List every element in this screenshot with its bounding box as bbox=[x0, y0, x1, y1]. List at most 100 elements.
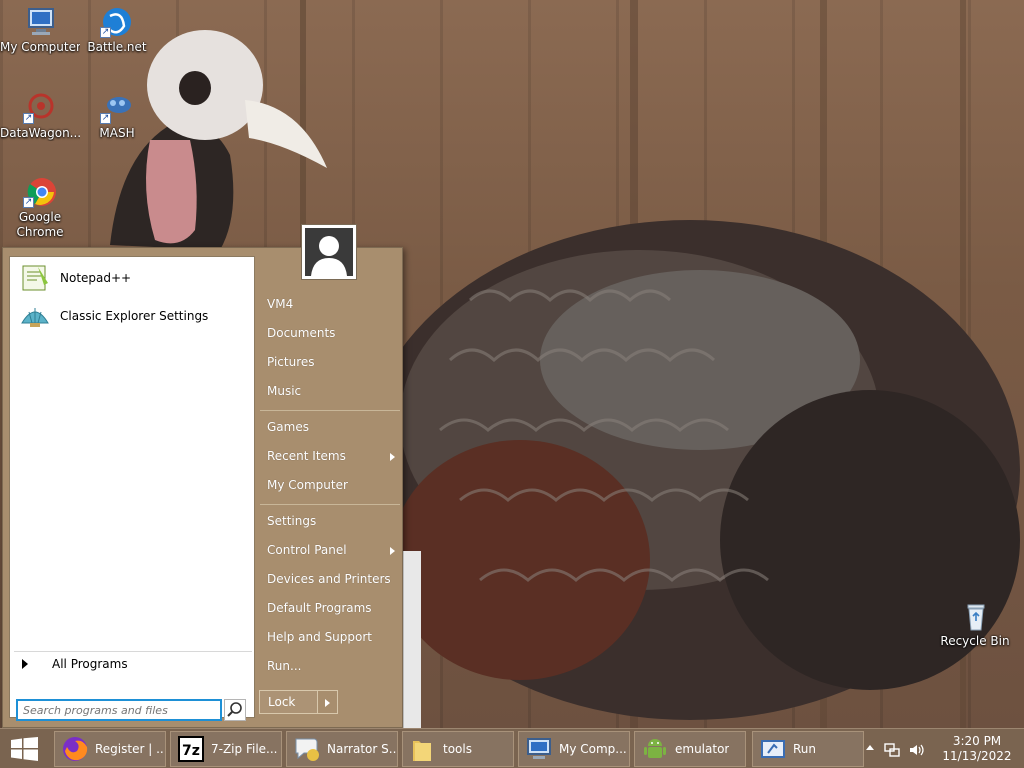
menu-item-pictures[interactable]: Pictures bbox=[260, 350, 400, 375]
submenu-arrow-icon bbox=[390, 547, 395, 555]
taskbar-button-label: Narrator S... bbox=[327, 742, 397, 756]
lock-button[interactable]: Lock bbox=[259, 690, 318, 714]
taskbar-button-narrator[interactable]: Narrator S... bbox=[286, 731, 398, 767]
menu-item-games[interactable]: Games bbox=[260, 415, 400, 440]
menu-item-label: Games bbox=[267, 420, 309, 434]
start-menu: Notepad++ Classic Explorer Settings All … bbox=[2, 224, 403, 728]
desktop-icon-label: DataWagon... bbox=[0, 126, 80, 140]
menu-item-recent-items[interactable]: Recent Items bbox=[260, 444, 400, 469]
firefox-icon bbox=[61, 735, 89, 763]
program-label: Notepad++ bbox=[60, 271, 132, 285]
menu-item-documents[interactable]: Documents bbox=[260, 321, 400, 346]
my-computer-icon bbox=[525, 735, 553, 763]
shortcut-arrow-icon: ↗ bbox=[100, 113, 111, 124]
taskbar-button-emulator[interactable]: emulator bbox=[634, 731, 746, 767]
taskbar-button-tools-folder[interactable]: tools bbox=[402, 731, 514, 767]
notepadpp-icon bbox=[20, 263, 50, 293]
desktop-icon-datawagon[interactable]: ↗ DataWagon... bbox=[0, 92, 80, 141]
program-notepadpp[interactable]: Notepad++ bbox=[14, 261, 252, 295]
menu-item-default-programs[interactable]: Default Programs bbox=[260, 596, 400, 621]
my-computer-icon bbox=[23, 6, 57, 38]
taskbar-button-7zip[interactable]: 7z 7-Zip File... bbox=[170, 731, 282, 767]
taskbar-button-label: Run bbox=[793, 742, 817, 756]
desktop-icon-my-computer[interactable]: My Computer bbox=[0, 6, 80, 55]
menu-item-label: Music bbox=[267, 384, 302, 398]
taskbar-button-label: Register | ... bbox=[95, 742, 165, 756]
menu-item-run[interactable]: Run... bbox=[260, 654, 400, 679]
classic-shell-icon bbox=[20, 301, 50, 331]
start-button[interactable] bbox=[0, 729, 50, 768]
mash-icon: ↗ bbox=[100, 92, 134, 124]
expand-arrow-icon bbox=[22, 658, 28, 669]
desktop-icon-label: Recycle Bin bbox=[940, 634, 1010, 648]
windows-logo-icon bbox=[11, 737, 38, 761]
lock-label: Lock bbox=[268, 695, 296, 709]
chrome-icon: ↗ bbox=[23, 176, 57, 208]
taskbar-button-firefox[interactable]: Register | ... bbox=[54, 731, 166, 767]
run-icon bbox=[759, 735, 787, 763]
7zip-icon: 7z bbox=[177, 735, 205, 763]
narrator-icon bbox=[293, 735, 321, 763]
desktop-icon-label: MASH bbox=[99, 126, 135, 140]
all-programs-label: All Programs bbox=[52, 656, 128, 671]
shortcut-arrow-icon: ↗ bbox=[23, 197, 34, 208]
show-hidden-icons-icon[interactable] bbox=[866, 745, 874, 750]
taskbar-button-run[interactable]: Run bbox=[752, 731, 864, 767]
menu-item-settings[interactable]: Settings bbox=[260, 509, 400, 534]
clock-time: 3:20 PM bbox=[952, 734, 1002, 748]
menu-item-music[interactable]: Music bbox=[260, 379, 400, 404]
menu-item-label: Settings bbox=[267, 514, 317, 528]
menu-separator bbox=[260, 504, 400, 505]
desktop-icon-mash[interactable]: ↗ MASH bbox=[77, 92, 157, 141]
menu-item-my-computer[interactable]: My Computer bbox=[260, 473, 400, 498]
chevron-right-icon bbox=[325, 699, 330, 707]
all-programs-button[interactable]: All Programs bbox=[14, 651, 252, 675]
menu-item-label: Control Panel bbox=[267, 543, 347, 557]
search-button[interactable] bbox=[224, 699, 246, 721]
taskbar-button-label: emulator bbox=[675, 742, 730, 756]
menu-item-label: Run... bbox=[267, 659, 302, 673]
clock-date: 11/13/2022 bbox=[942, 749, 1012, 763]
menu-separator bbox=[260, 410, 400, 411]
search-icon bbox=[227, 702, 242, 717]
desktop-icon-recycle-bin[interactable]: Recycle Bin bbox=[935, 600, 1015, 649]
desktop-icon-chrome[interactable]: ↗ Google Chrome bbox=[0, 176, 80, 240]
menu-item-label: Recent Items bbox=[267, 449, 346, 463]
submenu-arrow-icon bbox=[390, 453, 395, 461]
desktop-icon-battlenet[interactable]: ↗ Battle.net bbox=[77, 6, 157, 55]
folder-icon bbox=[409, 735, 437, 763]
menu-item-label: Devices and Printers bbox=[267, 572, 391, 586]
taskbar: Register | ... 7z 7-Zip File... Narrator… bbox=[0, 728, 1024, 768]
program-label: Classic Explorer Settings bbox=[60, 309, 209, 323]
svg-text:7z: 7z bbox=[182, 743, 200, 759]
desktop-icon-label: Google Chrome bbox=[16, 210, 64, 239]
menu-item-help-and-support[interactable]: Help and Support bbox=[260, 625, 400, 650]
menu-item-label: Help and Support bbox=[267, 630, 372, 644]
taskbar-button-label: tools bbox=[443, 742, 472, 756]
shortcut-arrow-icon: ↗ bbox=[23, 113, 34, 124]
menu-item-vm4[interactable]: VM4 bbox=[260, 292, 400, 317]
taskbar-button-label: My Comp... bbox=[559, 742, 627, 756]
clock[interactable]: 3:20 PM 11/13/2022 bbox=[938, 734, 1016, 764]
menu-item-devices-and-printers[interactable]: Devices and Printers bbox=[260, 567, 400, 592]
desktop-icon-label: Battle.net bbox=[87, 40, 147, 54]
menu-item-label: My Computer bbox=[267, 478, 348, 492]
background-window-edge bbox=[403, 551, 421, 728]
system-tray: 3:20 PM 11/13/2022 bbox=[864, 729, 1024, 768]
volume-icon[interactable] bbox=[908, 742, 924, 758]
taskbar-button-my-computer[interactable]: My Comp... bbox=[518, 731, 630, 767]
recycle-bin-icon bbox=[958, 600, 992, 632]
user-avatar-icon bbox=[311, 236, 347, 276]
user-picture[interactable] bbox=[301, 224, 357, 280]
search-input[interactable] bbox=[16, 699, 222, 721]
program-classic-explorer-settings[interactable]: Classic Explorer Settings bbox=[14, 299, 252, 333]
battlenet-icon: ↗ bbox=[100, 6, 134, 38]
desktop-icon-label: My Computer bbox=[0, 40, 80, 54]
network-icon[interactable] bbox=[884, 742, 900, 758]
android-icon bbox=[641, 735, 669, 763]
start-menu-programs-pane: Notepad++ Classic Explorer Settings All … bbox=[9, 256, 255, 721]
lock-button-group: Lock bbox=[259, 690, 338, 714]
menu-item-label: VM4 bbox=[267, 297, 294, 311]
menu-item-control-panel[interactable]: Control Panel bbox=[260, 538, 400, 563]
shutdown-options-button[interactable] bbox=[318, 690, 338, 714]
